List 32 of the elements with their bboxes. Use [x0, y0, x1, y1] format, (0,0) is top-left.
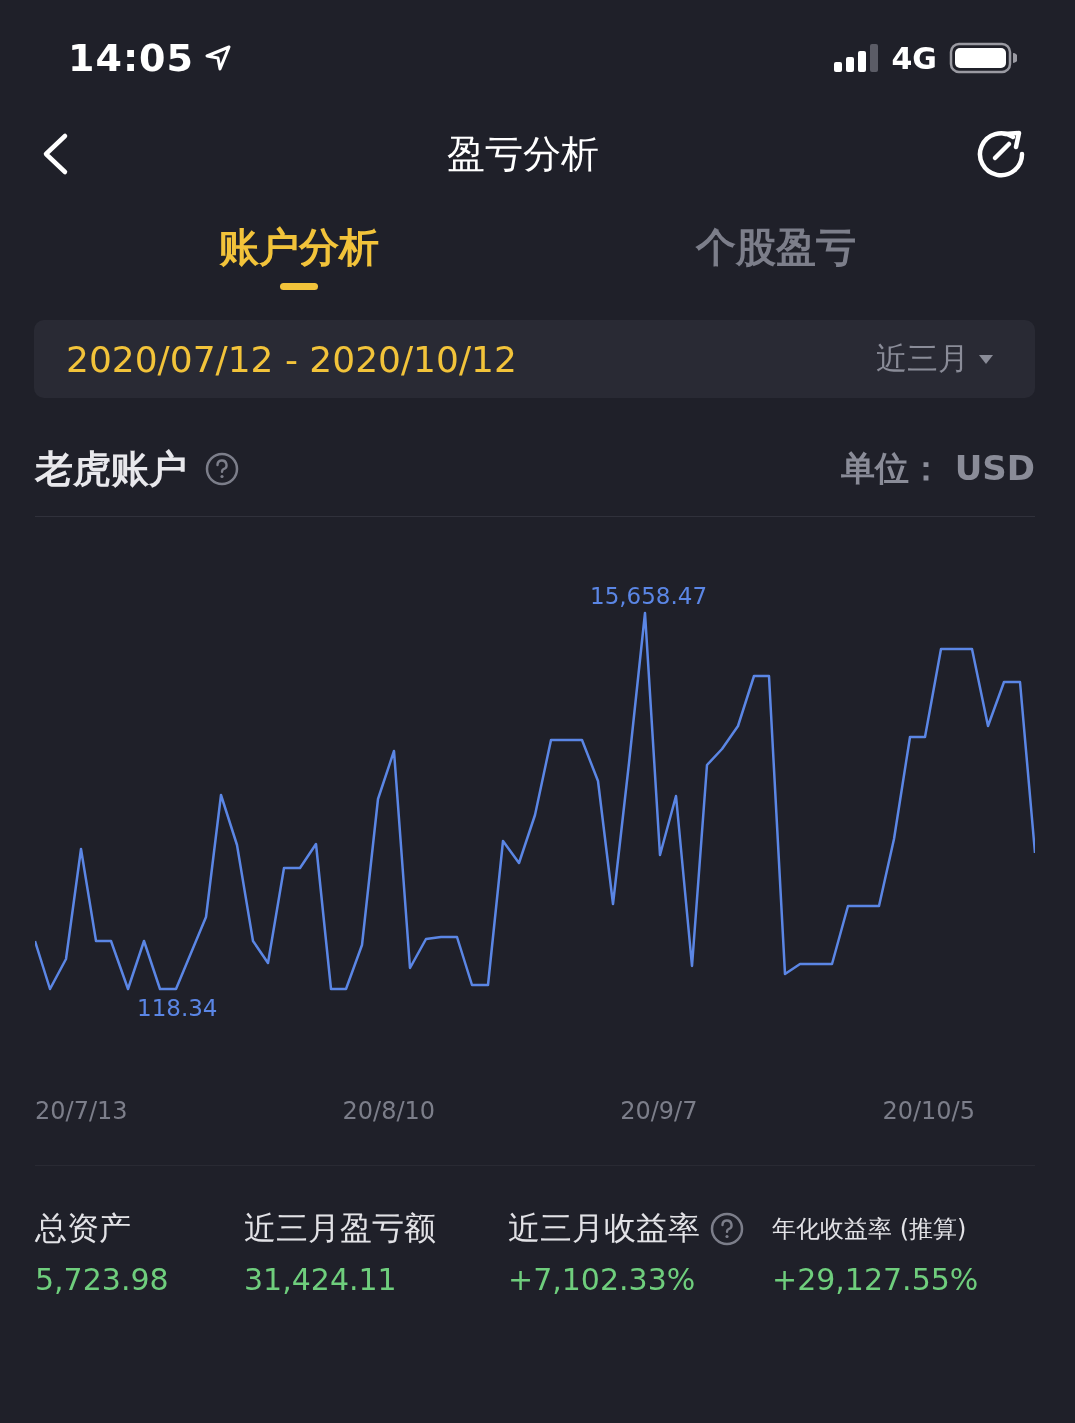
stat-label: 近三月收益率: [508, 1208, 700, 1249]
date-range: 2020/07/12 - 2020/10/12: [66, 338, 517, 380]
max-value-label: 15,658.47: [590, 583, 708, 609]
period-dropdown[interactable]: 近三月: [870, 337, 1001, 381]
unit-label: 单位： USD: [840, 447, 1035, 490]
axis-date-label: 20/7/13: [35, 1097, 128, 1125]
account-title: 老虎账户: [35, 445, 187, 493]
help-icon[interactable]: [710, 1212, 744, 1246]
location-arrow-icon: [203, 44, 232, 72]
stat-label: 年化收益率 (推算): [772, 1214, 967, 1245]
stat-value: +7,102.33%: [508, 1262, 696, 1297]
tab[interactable]: 个股盈亏: [696, 216, 857, 279]
help-icon[interactable]: [205, 452, 239, 486]
date-range-bar[interactable]: 2020/07/12 - 2020/10/12 近三月: [34, 320, 1035, 398]
battery-icon: [949, 42, 1017, 74]
signal-icon: [833, 43, 880, 73]
refresh-icon[interactable]: [975, 128, 1027, 180]
tab-indicator: [279, 283, 318, 290]
stat-label: 近三月盈亏额: [244, 1208, 436, 1249]
network-label: 4G: [891, 40, 937, 76]
axis-date-label: 20/9/7: [620, 1097, 698, 1125]
axis-date-label: 20/8/10: [342, 1097, 436, 1125]
tab[interactable]: 账户分析: [218, 216, 379, 279]
clock-time: 14:05: [68, 36, 194, 80]
page-title: 盈亏分析: [445, 130, 600, 178]
axis-date-label: 20/10/5: [882, 1097, 975, 1125]
caret-icon: [977, 353, 995, 365]
min-value-label: 118.34: [137, 995, 218, 1021]
stat-label: 总资产: [35, 1208, 131, 1249]
stat-value: +29,127.55%: [772, 1262, 979, 1297]
stat-value: 5,723.98: [35, 1262, 169, 1297]
stat-value: 31,424.11: [244, 1262, 397, 1297]
